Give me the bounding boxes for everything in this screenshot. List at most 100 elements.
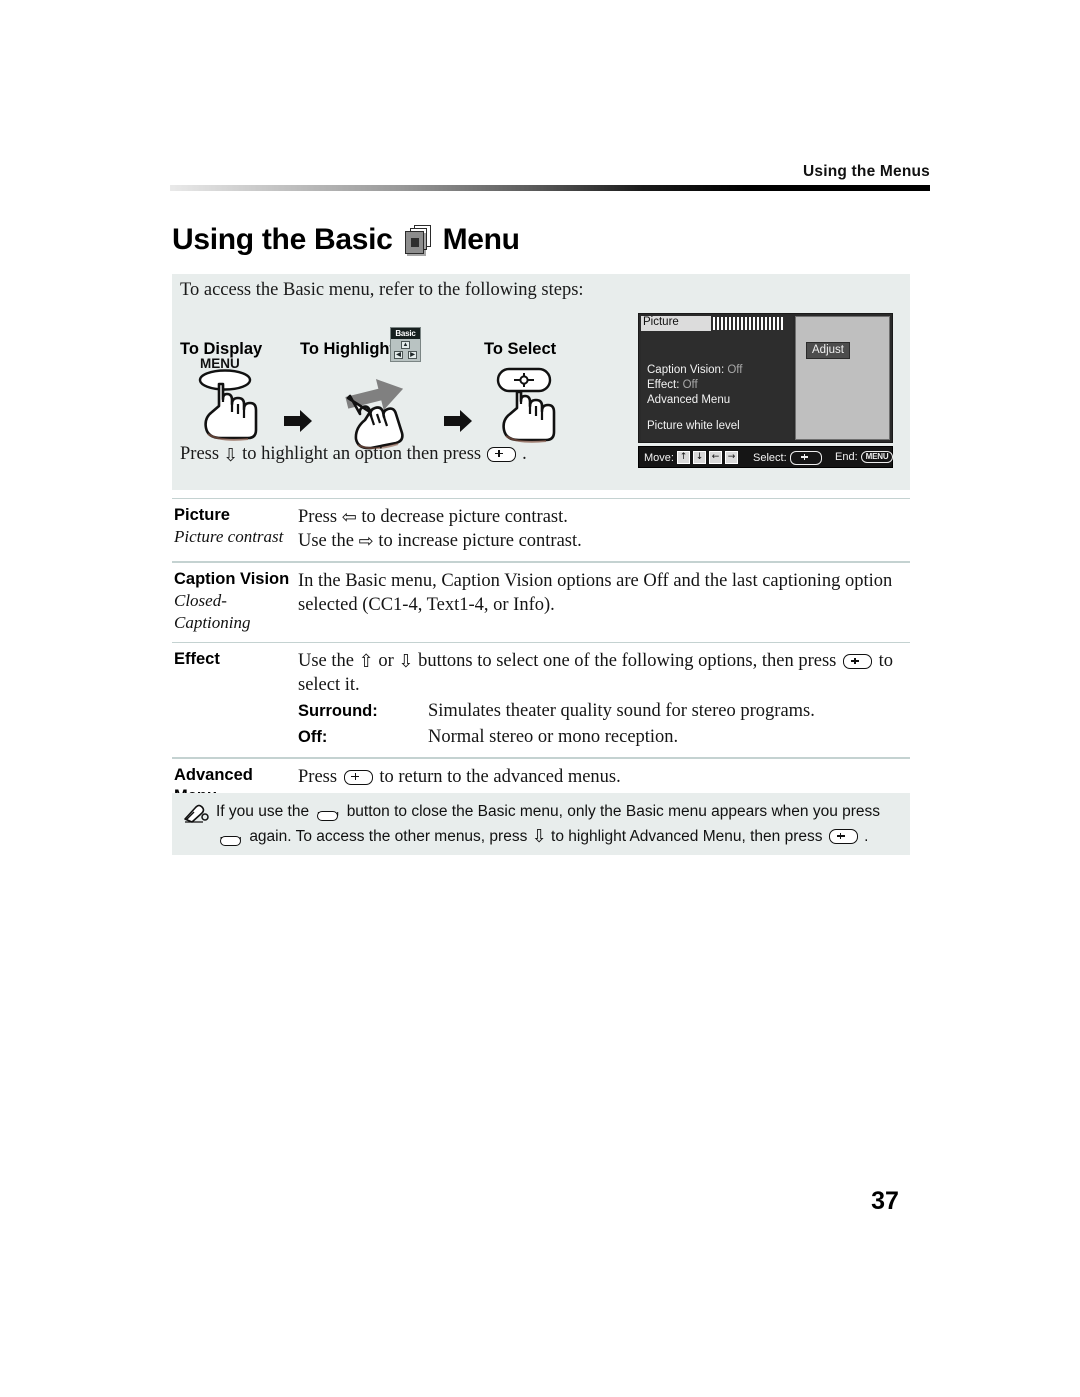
desc-effect-mid: buttons to select one of the following o…: [418, 651, 837, 672]
table-row: Caption Vision Closed-Captioning In the …: [172, 563, 910, 642]
dpad-up-icon: ▲: [401, 341, 410, 349]
osd-row-caption-vision[interactable]: Caption Vision: Off: [647, 364, 743, 376]
down-arrow-icon: ⇩: [398, 651, 414, 673]
dpad-glyphs: ▲ ◀ ▶: [394, 341, 417, 360]
note-line1-b: button to close the Basic menu, only the…: [346, 803, 881, 820]
desc-advanced-pre: Press: [298, 766, 338, 787]
basic-badge-label: Basic: [391, 328, 420, 339]
stacked-pages-icon: [404, 225, 432, 255]
desc-picture-line2-pre: Use the: [298, 531, 354, 552]
dpad-left-icon: ◀: [394, 351, 403, 359]
plus-select-button-icon: [343, 769, 373, 785]
pointing-hand-with-arrow-icon: [324, 360, 432, 452]
osd-row-advanced-menu[interactable]: Advanced Menu: [647, 394, 730, 406]
left-arrow-icon: ⇦: [341, 507, 357, 529]
page-title: Using the Basic Menu: [172, 223, 520, 257]
menu-button-cap: [220, 835, 241, 846]
right-arrow-icon: ⇨: [358, 531, 374, 553]
sub-option-off: Off: Normal stereo or mono reception.: [298, 725, 910, 749]
pointing-hand-pressing-plus-button-icon: [484, 352, 576, 444]
desc-effect: Use the ⇧ or ⇩ buttons to select one of …: [298, 643, 910, 757]
svg-text:MENU: MENU: [200, 356, 240, 371]
osd-left-pane: Basic Menu Picture Caption Vision: Off E…: [641, 316, 793, 440]
desc-advanced-post: to return to the advanced menus.: [379, 766, 621, 787]
osd-row-picture-label: Picture: [643, 316, 679, 328]
osd-key-right-icon: →: [724, 451, 738, 464]
osd-screenshot: Basic Menu Picture Caption Vision: Off E…: [638, 313, 893, 443]
pointing-hand-pressing-menu-button-icon: MENU: [186, 352, 278, 444]
down-arrow-icon: ⇩: [223, 444, 239, 466]
flow-arrow-icon-2: [444, 410, 472, 432]
desc-caption-vision: In the Basic menu, Caption Vision option…: [298, 563, 910, 642]
term-caption-vision: Caption Vision Closed-Captioning: [172, 563, 298, 642]
osd-key-left-icon: ←: [708, 451, 722, 464]
menu-button-cap: [317, 810, 339, 821]
up-arrow-icon: ⇧: [358, 651, 374, 673]
osd-plus-button-icon: [789, 451, 822, 465]
term-caption-vision-bold: Caption Vision: [174, 569, 290, 588]
note-line2-b: to highlight Advanced Menu, then press: [551, 828, 823, 845]
sub-option-surround-name: Surround:: [298, 702, 378, 721]
osd-move-segment: Move: ↑ ↓ ← →: [644, 451, 738, 464]
osd-end-label: End:: [835, 451, 858, 463]
menu-button-icon: MENU: [315, 802, 340, 822]
desc-picture-line1-post: to decrease picture contrast.: [361, 507, 568, 528]
desc-picture-line1: Press ⇦ to decrease picture contrast.: [298, 505, 910, 529]
desc-picture-line2-post: to increase picture contrast.: [378, 531, 582, 552]
press-instruction-line: Press ⇩ to highlight an option then pres…: [180, 444, 527, 465]
osd-key-down-icon: ↓: [692, 451, 706, 464]
osd-footer-description: Picture white level: [647, 420, 740, 432]
page-title-after: Menu: [442, 223, 520, 256]
desc-picture-line2: Use the ⇨ to increase picture contrast.: [298, 529, 910, 553]
osd-key-up-icon: ↑: [676, 451, 690, 464]
desc-advanced-menu-text: Press to return to the advanced menus.: [298, 765, 910, 789]
osd-end-segment: End: MENU: [835, 451, 894, 463]
running-head: Using the Menus: [802, 163, 930, 180]
osd-row-effect-label: Effect:: [647, 379, 680, 391]
desc-effect-intro: Use the ⇧ or ⇩ buttons to select one of …: [298, 649, 910, 697]
sub-option-surround: Surround: Simulates theater quality soun…: [298, 699, 910, 723]
plus-select-button-icon: [842, 654, 872, 670]
osd-row-effect[interactable]: Effect: Off: [647, 379, 698, 391]
menu-button-icon: MENU: [218, 827, 243, 847]
basic-navigation-button-icon: Basic ▲ ◀ ▶: [390, 327, 421, 362]
down-arrow-icon: ⇩: [531, 826, 547, 847]
term-caption-vision-italic: Closed-Captioning: [174, 590, 251, 632]
desc-picture-line1-pre: Press: [298, 507, 338, 528]
step-label-to-highlight: To Highlight: [300, 340, 395, 358]
osd-adjust-chip: Adjust: [806, 342, 850, 359]
desc-effect-or: or: [378, 651, 394, 672]
note-box: If you use the MENU button to close the …: [172, 793, 910, 855]
desc-picture: Press ⇦ to decrease picture contrast. Us…: [298, 499, 910, 561]
term-picture: Picture Picture contrast: [172, 499, 298, 561]
header-gradient-rule: [170, 185, 930, 191]
flow-arrow-icon-1: [284, 410, 312, 432]
osd-right-pane: Adjust: [795, 316, 890, 440]
press-text-3: .: [522, 444, 527, 464]
sub-option-surround-desc: Simulates theater quality sound for ster…: [428, 701, 815, 722]
osd-row-effect-value: Off: [682, 379, 698, 391]
sub-option-off-name: Off:: [298, 728, 328, 747]
press-text-2: to highlight an option then press: [242, 444, 482, 464]
term-picture-bold: Picture: [174, 506, 230, 525]
osd-picture-level-bar: [713, 317, 785, 330]
osd-row-picture[interactable]: Picture: [641, 316, 786, 331]
osd-move-label: Move:: [644, 451, 674, 464]
page-number: 37: [871, 1187, 899, 1215]
note-text: If you use the MENU button to close the …: [216, 799, 900, 849]
sub-option-off-desc: Normal stereo or mono reception.: [428, 727, 679, 748]
osd-status-bar: Move: ↑ ↓ ← → Select: End: MENU: [638, 446, 894, 468]
osd-menu-button-icon: MENU: [860, 451, 894, 463]
osd-select-label: Select:: [753, 452, 787, 464]
plus-select-button-icon: [828, 829, 858, 845]
note-pencil-icon: [183, 804, 209, 824]
note-line1-a: If you use the: [216, 803, 310, 820]
desc-caption-vision-text: In the Basic menu, Caption Vision option…: [298, 570, 893, 615]
term-picture-italic: Picture contrast: [174, 527, 284, 547]
page-title-before: Using the Basic: [172, 223, 393, 256]
manual-page: Using the Menus Using the Basic Menu To …: [0, 0, 1080, 1397]
plus-select-button-icon: [487, 447, 517, 462]
osd-row-caption-label: Caption Vision:: [647, 364, 725, 376]
dpad-right-icon: ▶: [408, 351, 417, 359]
desc-effect-pre: Use the: [298, 651, 354, 672]
